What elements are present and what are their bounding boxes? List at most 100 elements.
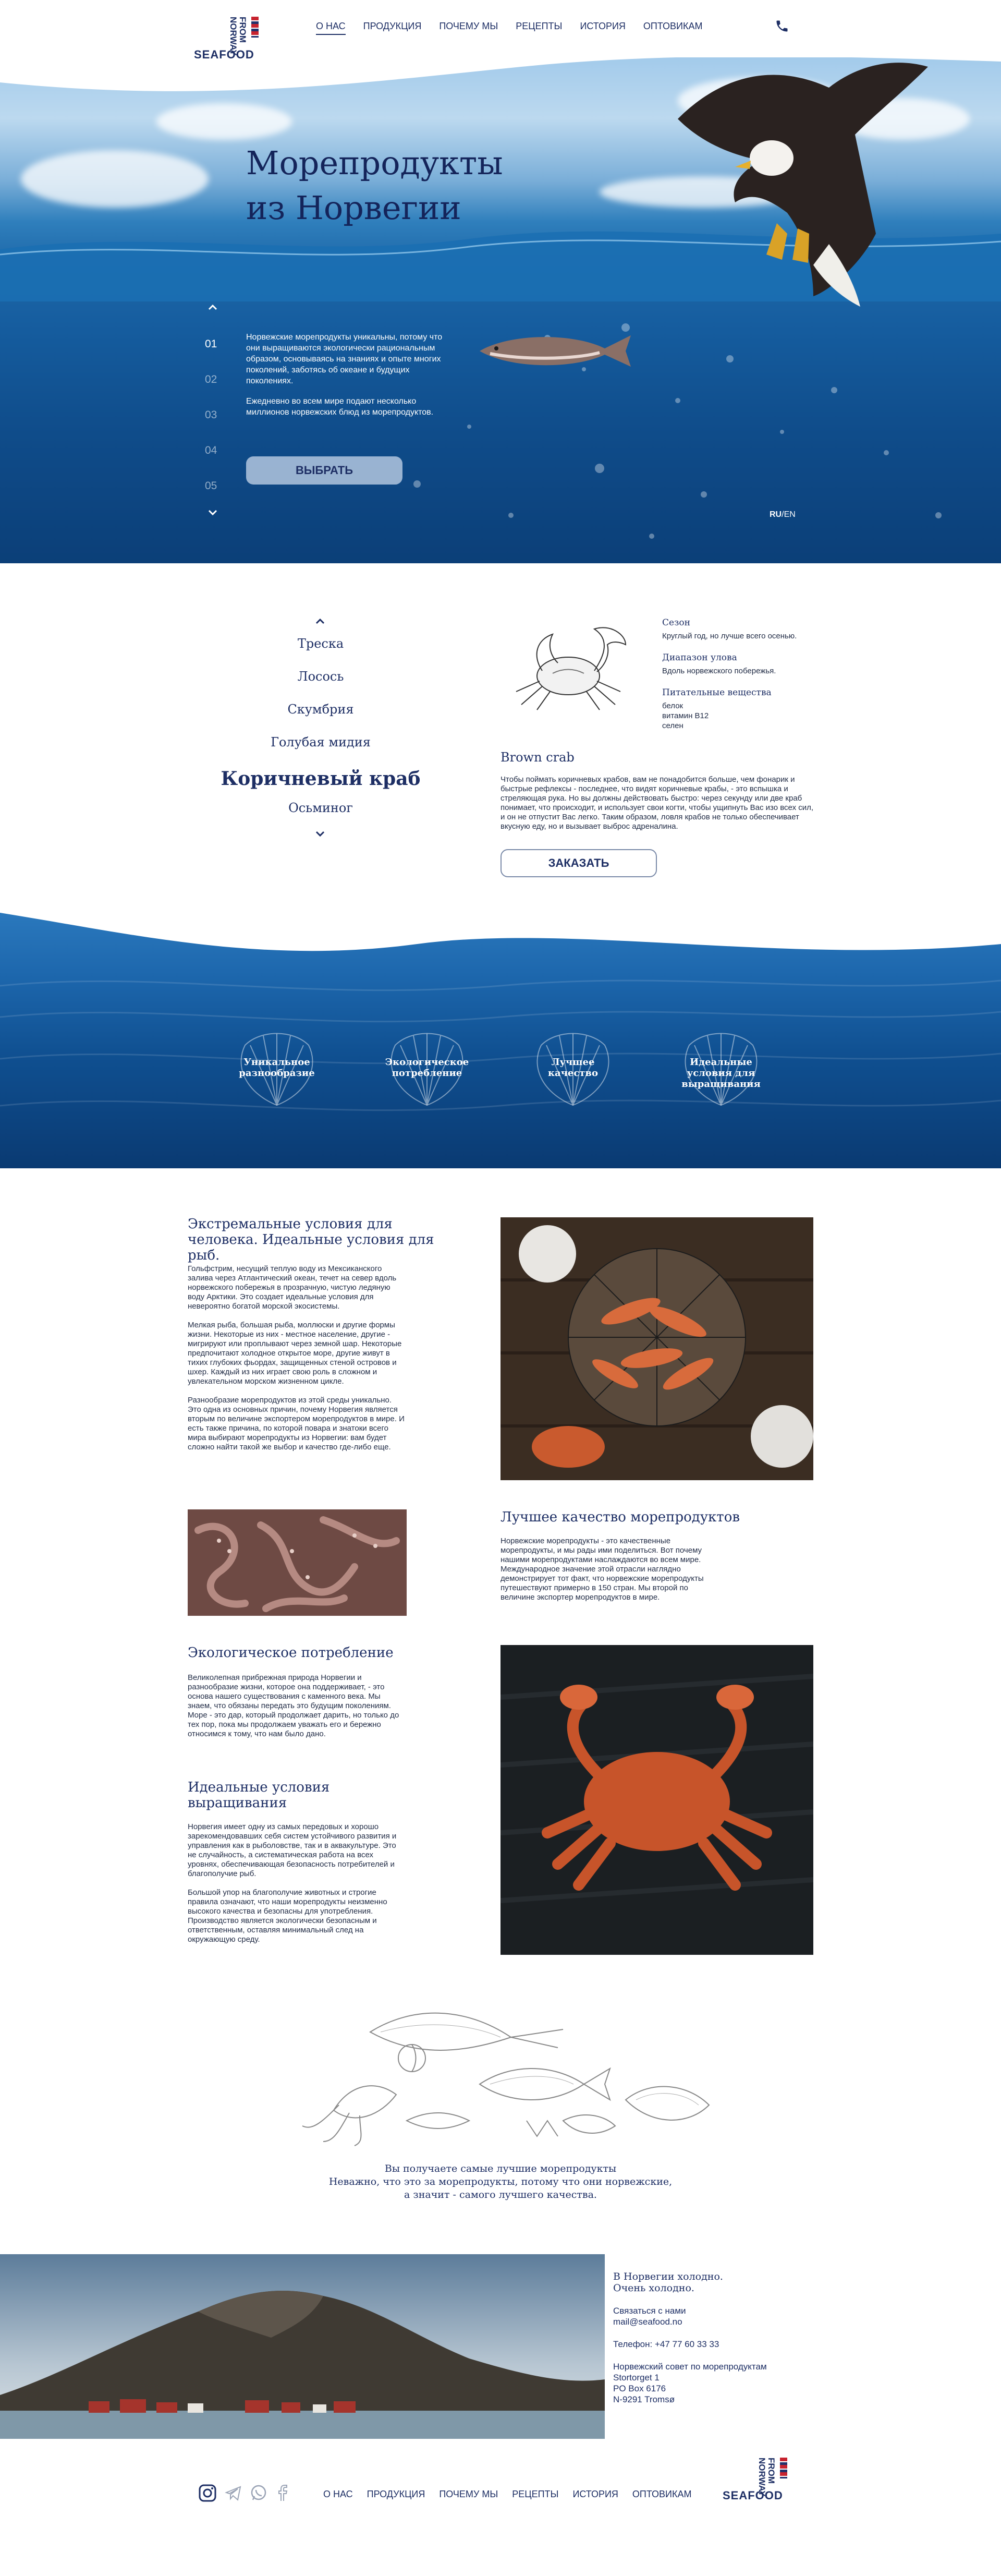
ocean-ripples [0, 979, 1001, 1111]
article-paragraph: Большой упор на благополучие животных и … [188, 1888, 387, 1944]
feature-eco-consumption[interactable]: Экологическое потребление [380, 1030, 474, 1108]
norway-flag-icon [780, 2458, 787, 2478]
choose-button[interactable]: ВЫБРАТЬ [246, 456, 402, 485]
order-button[interactable]: ЗАКАЗАТЬ [500, 849, 657, 877]
contact-section: В Норвегии холодно. Очень холодно. Связа… [0, 2254, 1001, 2439]
seafood-platter-photo [500, 1217, 813, 1480]
chevron-up-icon[interactable] [315, 618, 325, 625]
footer-nav-recipes[interactable]: РЕЦЕПТЫ [512, 2489, 558, 2500]
contact-email-link[interactable]: mail@seafood.no [613, 2316, 801, 2327]
contact-phone[interactable]: Телефон: +47 77 60 33 33 [613, 2339, 801, 2350]
norway-flag-icon [251, 17, 259, 38]
hero-section: Морепродукты из Норвегии 01 02 03 04 05 … [0, 46, 1001, 563]
hero-description: Норвежские морепродукты уникальны, потом… [246, 332, 455, 427]
crab-sketch-illustration [516, 627, 627, 710]
nav-item-history[interactable]: ИСТОРИЯ [580, 21, 625, 35]
telegram-icon[interactable] [224, 2484, 243, 2502]
logo-main-text: SEAFOOD [723, 2489, 783, 2502]
footer-nav-why-us[interactable]: ПОЧЕМУ МЫ [439, 2489, 498, 2500]
feature-label: Лучшее качество [548, 1057, 598, 1079]
footer-nav-about[interactable]: О НАС [323, 2489, 353, 2500]
slide-number[interactable]: 03 [205, 409, 217, 444]
slide-number[interactable]: 04 [205, 444, 217, 480]
whatsapp-icon[interactable] [249, 2484, 268, 2502]
chevron-up-icon[interactable] [207, 304, 218, 311]
salmon-illustration [480, 335, 631, 367]
article-paragraph: Гольфстрим, несущий теплую воду из Мекси… [188, 1264, 397, 1311]
feature-label: Уникальное разнообразие [239, 1057, 315, 1079]
eagle-illustration [678, 63, 928, 307]
slide-pager: 01 02 03 04 05 [205, 338, 217, 515]
article-paragraph: Разнообразие морепродуктов из этой среды… [188, 1396, 405, 1452]
site-footer: О НАС ПРОДУКЦИЯ ПОЧЕМУ МЫ РЕЦЕПТЫ ИСТОРИ… [0, 2439, 1001, 2576]
article-body-extreme: Гольфстрим, несущий теплую воду из Мекси… [188, 1264, 407, 1461]
product-item-selected[interactable]: Коричневый краб [198, 768, 443, 801]
nav-item-why-us[interactable]: ПОЧЕМУ МЫ [439, 21, 498, 35]
feature-best-quality[interactable]: Лучшее качество [526, 1030, 620, 1108]
closing-statement: Вы получаете самые лучшие морепродукты Н… [313, 2162, 688, 2202]
site-header: FROM NORWAY SEAFOOD О НАС ПРОДУКЦИЯ ПОЧЕ… [0, 0, 1001, 61]
contact-info: В Норвегии холодно. Очень холодно. Связа… [613, 2271, 801, 2405]
season-value: Круглый год, но лучше всего осенью. [662, 632, 797, 640]
slide-number[interactable]: 02 [205, 373, 217, 409]
closing-line: Вы получаете самые лучшие морепродукты [384, 2163, 617, 2174]
nav-item-products[interactable]: ПРОДУКЦИЯ [363, 21, 422, 35]
nutrients-label: Питательные вещества [662, 687, 772, 698]
contact-organization: Норвежский совет по морепродуктам [613, 2362, 767, 2372]
article-paragraph: Великолепная прибрежная природа Норвегии… [188, 1673, 399, 1738]
article-paragraph: Норвежские морепродукты - это качественн… [500, 1537, 704, 1602]
footer-logo[interactable]: FROM NORWAY SEAFOOD [723, 2456, 796, 2508]
article-body-ideal: Норвегия имеет одну из самых передовых и… [188, 1822, 407, 1954]
seafood-from-norway-logo[interactable]: FROM NORWAY SEAFOOD [194, 15, 267, 67]
feature-label: Идеальные условия для выращивания [681, 1057, 761, 1090]
feature-unique-variety[interactable]: Уникальное разнообразие [229, 1030, 324, 1108]
closing-line: а значит - самого лучшего качества. [404, 2189, 597, 2200]
nutrient-item: селен [662, 721, 683, 730]
article-body-quality: Норвежские морепродукты - это качественн… [500, 1537, 719, 1612]
article-title-ideal: Идеальные условия выращивания [188, 1780, 330, 1811]
product-item[interactable]: Треска [198, 636, 443, 669]
feature-label: Экологическое потребление [385, 1057, 469, 1079]
logo-main-text: SEAFOOD [194, 48, 254, 61]
product-item[interactable]: Осьминог [198, 801, 443, 833]
feature-ideal-conditions[interactable]: Идеальные условия для выращивания [674, 1030, 768, 1108]
contact-address-line: N-9291 Tromsø [613, 2394, 675, 2404]
contact-address-line: PO Box 6176 [613, 2384, 666, 2393]
hero-paragraph: Норвежские морепродукты уникальны, потом… [246, 333, 443, 385]
facebook-icon[interactable] [273, 2484, 292, 2502]
chevron-down-icon[interactable] [207, 509, 218, 516]
hero-paragraph: Ежедневно во всем мире подают несколько … [246, 397, 434, 417]
main-navigation: О НАС ПРОДУКЦИЯ ПОЧЕМУ МЫ РЕЦЕПТЫ ИСТОРИ… [316, 21, 702, 35]
product-item[interactable]: Голубая мидия [198, 735, 443, 768]
footer-nav-products[interactable]: ПРОДУКЦИЯ [367, 2489, 425, 2500]
product-list: Треска Лосось Скумбрия Голубая мидия Кор… [198, 636, 443, 833]
product-description: Чтобы поймать коричневых крабов, вам не … [500, 775, 814, 831]
cloud [21, 150, 209, 208]
lang-ru[interactable]: RU [770, 510, 782, 519]
footer-nav-history[interactable]: ИСТОРИЯ [572, 2489, 618, 2500]
chevron-down-icon[interactable] [315, 830, 325, 838]
nav-item-recipes[interactable]: РЕЦЕПТЫ [516, 21, 562, 35]
norway-landscape-photo [0, 2254, 605, 2439]
cloud [156, 103, 292, 140]
slide-number[interactable]: 01 [205, 338, 217, 373]
contact-heading: В Норвегии холодно. Очень холодно. [613, 2271, 801, 2294]
nutrient-item: витамин B12 [662, 711, 709, 720]
product-item[interactable]: Лосось [198, 669, 443, 702]
lang-en[interactable]: EN [784, 510, 796, 519]
article-title-eco: Экологическое потребление [188, 1645, 394, 1661]
nutrient-item: белок [662, 702, 683, 710]
nav-item-wholesale[interactable]: ОПТОВИКАМ [643, 21, 703, 35]
footer-nav-wholesale[interactable]: ОПТОВИКАМ [632, 2489, 692, 2500]
sea-life-sketch-illustration [302, 2012, 710, 2146]
phone-icon[interactable] [775, 19, 789, 33]
crab-photo [500, 1645, 813, 1955]
product-item[interactable]: Скумбрия [198, 702, 443, 735]
article-paragraph: Мелкая рыба, большая рыба, моллюски и др… [188, 1321, 402, 1386]
product-name: Brown crab [500, 750, 575, 765]
nav-item-about[interactable]: О НАС [316, 21, 346, 35]
contact-heading-line: В Норвегии холодно. [613, 2271, 723, 2282]
hero-title-line2: из Норвегии [246, 189, 461, 227]
instagram-icon[interactable] [198, 2484, 217, 2502]
hero-title-line1: Морепродукты [246, 144, 503, 182]
